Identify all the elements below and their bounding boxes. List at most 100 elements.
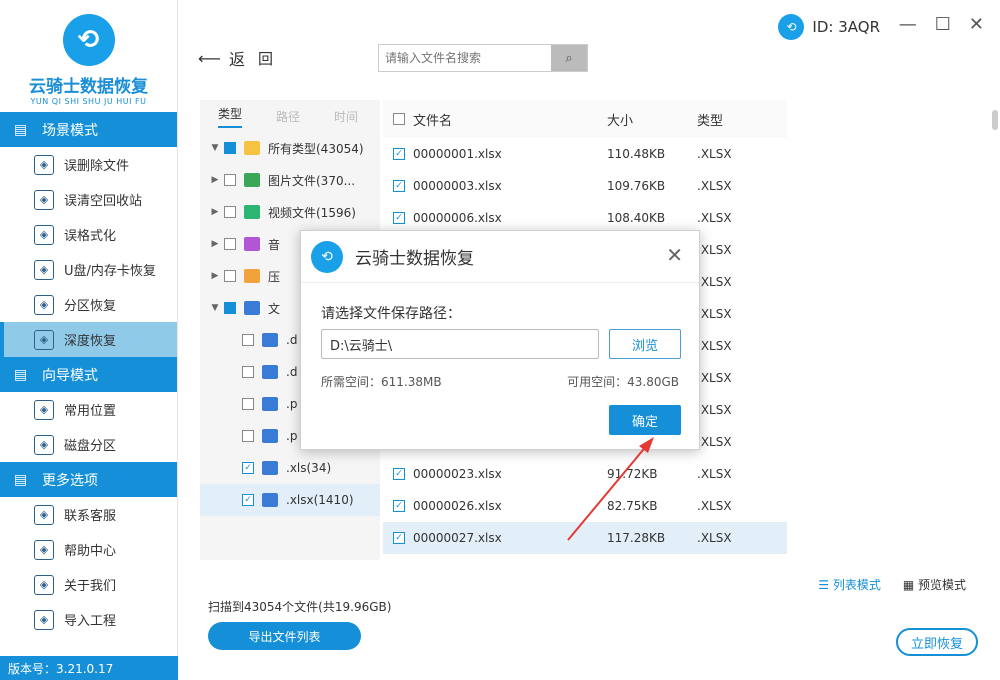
save-path-input[interactable]: D:\云骑士\ — [321, 329, 599, 359]
table-row[interactable]: ✓ 00000003.xlsx 109.76KB .XLSX — [383, 170, 787, 202]
row-checkbox[interactable]: ✓ — [393, 212, 405, 224]
row-checkbox[interactable] — [242, 398, 254, 410]
row-checkbox[interactable]: ✓ — [393, 148, 405, 160]
knight-logo-icon: ⟲ — [62, 14, 115, 66]
search-input[interactable] — [379, 45, 551, 71]
row-checkbox[interactable]: ✓ — [393, 468, 405, 480]
sidebar-item-2-0[interactable]: ◈ 联系客服 — [0, 497, 177, 532]
row-checkbox[interactable]: ✓ — [242, 462, 254, 474]
table-row[interactable]: ✓ 00000026.xlsx 82.75KB .XLSX — [383, 490, 787, 522]
section-2: ▤ 更多选项 — [0, 462, 177, 497]
file-type-icon — [262, 461, 278, 475]
help-icon: ◈ — [34, 539, 54, 560]
col-name[interactable]: 文件名 — [413, 110, 452, 129]
row-checkbox[interactable]: ✓ — [393, 180, 405, 192]
sidebar-item-0-5[interactable]: ◈ 深度恢复 — [0, 322, 177, 357]
col-size[interactable]: 大小 — [607, 110, 697, 129]
recycle-bin-icon: ◈ — [34, 189, 54, 210]
preview-mode-button[interactable]: ▦ 预览模式 — [903, 576, 966, 593]
sidebar-item-2-1[interactable]: ◈ 帮助中心 — [0, 532, 177, 567]
section-1: ▤ 向导模式 — [0, 357, 177, 392]
guide-mode-icon: ▤ — [14, 366, 28, 383]
app-title: 云骑士数据恢复 — [29, 77, 148, 97]
expand-arrow-icon[interactable]: ▶ — [206, 207, 224, 217]
support-icon: ◈ — [34, 504, 54, 525]
row-checkbox[interactable] — [224, 174, 236, 186]
table-row[interactable]: ✓ 00000027.xlsx 117.28KB .XLSX — [383, 522, 787, 554]
disk-icon: ◈ — [34, 434, 54, 455]
expand-arrow-icon[interactable]: ▶ — [206, 175, 224, 185]
search-box: ⌕ — [378, 44, 588, 72]
sidebar-item-1-0[interactable]: ◈ 常用位置 — [0, 392, 177, 427]
tab-0[interactable]: 类型 — [218, 105, 243, 128]
expand-arrow-icon[interactable]: ▼ — [206, 303, 224, 313]
tab-1[interactable]: 路径 — [276, 108, 300, 125]
available-space: 可用空间：43.80GB — [567, 375, 679, 389]
tree-row[interactable]: ▶ 图片文件(370... — [200, 164, 380, 196]
recover-now-button[interactable]: 立即恢复 — [896, 628, 978, 656]
location-icon: ◈ — [34, 399, 54, 420]
close-icon[interactable]: ✕ — [969, 14, 984, 35]
file-type-icon — [244, 205, 260, 219]
search-icon[interactable]: ⌕ — [551, 45, 587, 71]
browse-button[interactable]: 浏览 — [609, 329, 681, 359]
table-row[interactable]: ✓ 00000001.xlsx 110.48KB .XLSX — [383, 138, 787, 170]
file-type-icon — [262, 365, 278, 379]
scene-mode-icon: ▤ — [14, 121, 28, 138]
ok-button[interactable]: 确定 — [609, 405, 681, 435]
table-row[interactable]: ✓ 00000023.xlsx 91.72KB .XLSX — [383, 458, 787, 490]
maximize-icon[interactable]: ☐ — [935, 14, 951, 35]
back-label-2[interactable]: 回 — [258, 48, 273, 69]
row-checkbox[interactable] — [242, 366, 254, 378]
file-type-icon — [244, 237, 260, 251]
sidebar-item-0-0[interactable]: ◈ 误删除文件 — [0, 147, 177, 182]
expand-arrow-icon[interactable]: ▶ — [206, 239, 224, 249]
app-subtitle: YUN QI SHI SHU JU HUI FU — [30, 97, 147, 106]
select-all-checkbox[interactable] — [393, 113, 405, 125]
tree-row[interactable]: ✓ .xls(34) — [200, 452, 380, 484]
expand-arrow-icon[interactable]: ▼ — [206, 143, 224, 153]
col-type[interactable]: 类型 — [697, 110, 787, 129]
row-checkbox[interactable] — [242, 334, 254, 346]
sidebar-item-0-4[interactable]: ◈ 分区恢复 — [0, 287, 177, 322]
row-checkbox[interactable] — [224, 142, 236, 154]
tree-row[interactable]: ✓ .xlsx(1410) — [200, 484, 380, 516]
section-0: ▤ 场景模式 — [0, 112, 177, 147]
row-checkbox[interactable] — [224, 302, 236, 314]
back-button[interactable]: ⟵ 返 — [198, 46, 245, 70]
file-type-icon — [262, 429, 278, 443]
arrow-left-icon: ⟵ — [198, 48, 221, 68]
expand-arrow-icon[interactable]: ▶ — [206, 271, 224, 281]
deleted-file-icon: ◈ — [34, 154, 54, 175]
sidebar-item-1-1[interactable]: ◈ 磁盘分区 — [0, 427, 177, 462]
row-checkbox[interactable] — [242, 430, 254, 442]
sidebar-item-2-2[interactable]: ◈ 关于我们 — [0, 567, 177, 602]
save-path-dialog: ⟲ 云骑士数据恢复 ✕ 请选择文件保存路径： D:\云骑士\ 浏览 所需空间：6… — [300, 230, 700, 450]
export-list-button[interactable]: 导出文件列表 — [208, 622, 361, 650]
sidebar-item-0-1[interactable]: ◈ 误清空回收站 — [0, 182, 177, 217]
usb-icon: ◈ — [34, 259, 54, 280]
avatar[interactable]: ⟲ — [778, 14, 805, 40]
tree-row[interactable]: ▶ 视频文件(1596) — [200, 196, 380, 228]
import-icon: ◈ — [34, 609, 54, 630]
list-mode-button[interactable]: ☰ 列表模式 — [818, 576, 881, 593]
row-checkbox[interactable] — [224, 270, 236, 282]
row-checkbox[interactable]: ✓ — [393, 532, 405, 544]
version-label: 版本号：3.21.0.17 — [0, 656, 178, 680]
row-checkbox[interactable] — [224, 206, 236, 218]
sidebar-item-0-3[interactable]: ◈ U盘/内存卡恢复 — [0, 252, 177, 287]
sidebar-item-0-2[interactable]: ◈ 误格式化 — [0, 217, 177, 252]
minimize-icon[interactable]: — — [899, 14, 917, 35]
scan-summary: 扫描到43054个文件(共19.96GB) — [208, 600, 392, 614]
scrollbar[interactable] — [992, 110, 998, 130]
close-icon[interactable]: ✕ — [666, 243, 683, 267]
view-modes: ☰ 列表模式 ▦ 预览模式 — [818, 576, 966, 593]
row-checkbox[interactable]: ✓ — [242, 494, 254, 506]
app-logo: ⟲ 云骑士数据恢复 YUN QI SHI SHU JU HUI FU — [0, 0, 177, 112]
tree-row[interactable]: ▼ 所有类型(43054) — [200, 132, 380, 164]
tab-2[interactable]: 时间 — [334, 108, 358, 125]
row-checkbox[interactable] — [224, 238, 236, 250]
user-id: ⟲ ID: 3AQR — [778, 14, 880, 40]
row-checkbox[interactable]: ✓ — [393, 500, 405, 512]
sidebar-item-2-3[interactable]: ◈ 导入工程 — [0, 602, 177, 637]
